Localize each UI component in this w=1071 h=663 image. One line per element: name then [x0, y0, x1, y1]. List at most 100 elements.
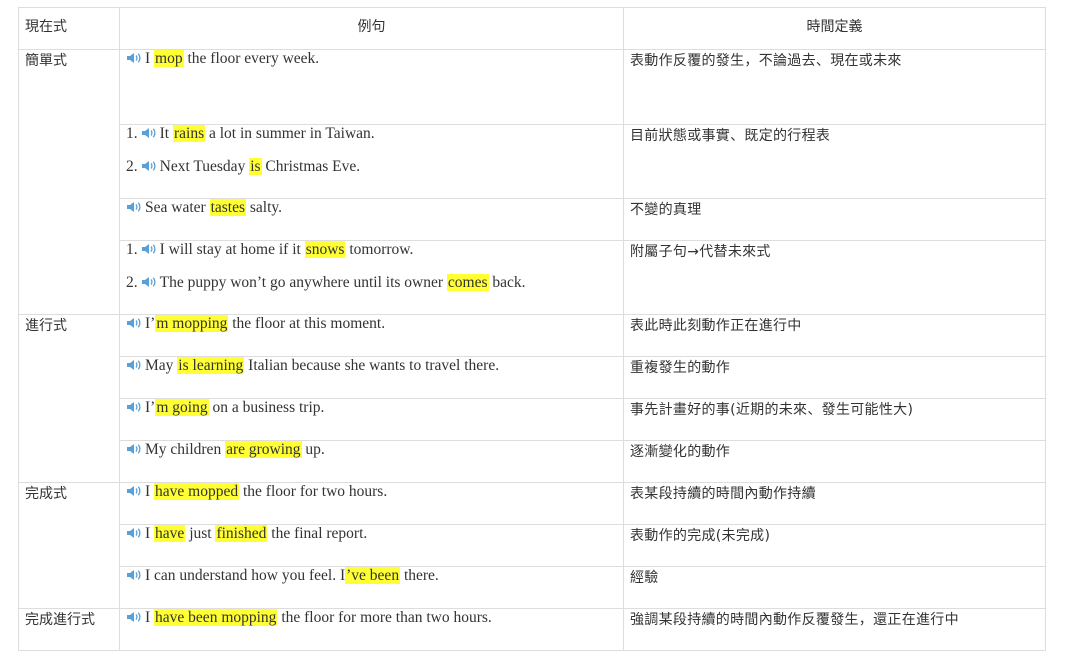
highlighted-verb: tastes — [209, 199, 246, 216]
sentence-text: Next Tuesday — [159, 158, 250, 175]
table-row: 完成進行式 I have been mopping the floor for m… — [18, 608, 1046, 651]
speaker-icon[interactable] — [141, 159, 157, 171]
table-row: May is learning Italian because she want… — [19, 356, 1046, 399]
definition-cell: 經驗 — [623, 566, 1046, 609]
sentence-text: there. — [400, 567, 439, 584]
speaker-icon[interactable] — [126, 51, 142, 63]
sentence-text: the floor every week. — [183, 50, 320, 67]
tense-name: 簡單式 — [18, 49, 120, 315]
example-cell: 1. It rains a lot in summer in Taiwan. 2. N… — [119, 124, 624, 199]
sentence-text: the final report. — [267, 525, 368, 542]
sentence-text: I can understand how you feel. I — [145, 567, 346, 584]
example-cell: My children are growing up. — [119, 440, 624, 483]
example-cell: May is learning Italian because she want… — [119, 356, 624, 399]
sentence-text: back. — [488, 274, 526, 291]
highlighted-verb: have been mopping — [154, 609, 278, 626]
speaker-icon[interactable] — [126, 610, 142, 622]
definition-cell: 事先計畫好的事(近期的未來、發生可能性大) — [623, 398, 1046, 441]
highlighted-verb: rains — [172, 125, 206, 142]
table-row: 1. It rains a lot in summer in Taiwan. 2. N… — [19, 124, 1046, 199]
example-cell: I can understand how you feel. I’ve been… — [119, 566, 624, 609]
speaker-icon[interactable] — [126, 358, 142, 370]
example-sentence: I have mopped the floor for two hours. — [126, 483, 617, 516]
definition-cell: 表動作的完成(未完成) — [623, 524, 1046, 567]
sentence-text: on a business trip. — [208, 399, 325, 416]
table-row: My children are growing up. 逐漸變化的動作 — [19, 440, 1046, 483]
sentence-text: It — [159, 125, 173, 142]
highlighted-verb: m mopping — [155, 315, 229, 332]
table-row: I can understand how you feel. I’ve been… — [19, 566, 1046, 609]
sentence-number: 1. — [126, 125, 138, 142]
speaker-icon[interactable] — [141, 242, 157, 254]
highlighted-verb: finished — [215, 525, 268, 542]
speaker-icon[interactable] — [126, 442, 142, 454]
table-row: 簡單式 I mop the floor every week. 表動作反覆的發生，不… — [18, 49, 1046, 315]
definition-cell: 表此時此刻動作正在進行中 — [623, 314, 1046, 357]
sentence-text: I’ — [145, 315, 156, 332]
sentence-text: I — [145, 609, 155, 626]
highlighted-verb: ’ve been — [345, 567, 401, 584]
tense-name: 完成式 — [18, 482, 120, 609]
table-row: 完成式 I have mopped the floor for two hours… — [18, 482, 1046, 609]
definition-cell: 逐漸變化的動作 — [623, 440, 1046, 483]
example-cell: I mop the floor every week. — [119, 49, 624, 125]
speaker-icon[interactable] — [126, 316, 142, 328]
example-sentence: I’m going on a business trip. — [126, 399, 617, 432]
definition-cell: 重複發生的動作 — [623, 356, 1046, 399]
speaker-icon[interactable] — [126, 484, 142, 496]
example-cell: I have mopped the floor for two hours. — [119, 482, 624, 525]
sentence-text: tomorrow. — [345, 241, 414, 258]
sentence-text: The puppy won’t go anywhere until its ow… — [159, 274, 447, 291]
tense-name: 進行式 — [18, 314, 120, 483]
example-sentence: 2. The puppy won’t go anywhere until its … — [126, 274, 617, 307]
definition-cell: 表動作反覆的發生，不論過去、現在或未來 — [623, 49, 1046, 125]
sentence-text: just — [185, 525, 216, 542]
sentence-text: up. — [301, 441, 325, 458]
highlighted-verb: is learning — [177, 357, 245, 374]
highlighted-verb: are growing — [225, 441, 302, 458]
sentence-text: salty. — [246, 199, 283, 216]
sentence-text: I — [145, 50, 155, 67]
example-sentence: 1. It rains a lot in summer in Taiwan. — [126, 125, 617, 158]
table-row: Sea water tastes salty. 不變的真理 — [19, 198, 1046, 241]
table-row: 進行式 I’m mopping the floor at this moment.… — [18, 314, 1046, 483]
speaker-icon[interactable] — [141, 126, 157, 138]
example-sentence: May is learning Italian because she want… — [126, 357, 617, 390]
sentence-text: My children — [145, 441, 226, 458]
highlighted-verb: snows — [304, 241, 346, 258]
header-example: 例句 — [119, 7, 624, 50]
sentence-text: May — [145, 357, 178, 374]
definition-cell: 不變的真理 — [623, 198, 1046, 241]
table-row: I have just finished the final report. 表動… — [19, 524, 1046, 567]
tense-name: 完成進行式 — [18, 608, 120, 651]
definition-cell: 目前狀態或事實、既定的行程表 — [623, 124, 1046, 199]
example-sentence: I have been mopping the floor for more t… — [126, 609, 617, 642]
definition-cell: 附屬子句→代替未來式 — [623, 240, 1046, 315]
example-sentence: 2. Next Tuesday is Christmas Eve. — [126, 158, 617, 191]
example-sentence: My children are growing up. — [126, 441, 617, 474]
example-sentence: I mop the floor every week. — [126, 50, 617, 83]
speaker-icon[interactable] — [126, 526, 142, 538]
speaker-icon[interactable] — [126, 400, 142, 412]
speaker-icon[interactable] — [126, 200, 142, 212]
sentence-number: 2. — [126, 274, 138, 291]
example-cell: I’m mopping the floor at this moment. — [119, 314, 624, 357]
definition-cell: 表某段持續的時間內動作持續 — [623, 482, 1046, 525]
speaker-icon[interactable] — [126, 568, 142, 580]
highlighted-verb: m going — [155, 399, 209, 416]
example-sentence: I can understand how you feel. I’ve been… — [126, 567, 617, 600]
example-cell: I have just finished the final report. — [119, 524, 624, 567]
highlighted-verb: have mopped — [154, 483, 240, 500]
header-tense: 現在式 — [18, 7, 120, 50]
header-row: 現在式 例句 時間定義 — [18, 7, 1046, 50]
example-cell: Sea water tastes salty. — [119, 198, 624, 241]
tense-table: 現在式 例句 時間定義 簡單式 I mop the floor every wee… — [18, 7, 1046, 651]
example-cell: I’m going on a business trip. — [119, 398, 624, 441]
speaker-icon[interactable] — [141, 275, 157, 287]
sentence-number: 1. — [126, 241, 138, 258]
example-sentence: I have just finished the final report. — [126, 525, 617, 558]
table-row: I’m going on a business trip. 事先計畫好的事(近期的… — [19, 398, 1046, 441]
sentence-text: I — [145, 525, 155, 542]
sentence-text: I’ — [145, 399, 156, 416]
example-cell: I have been mopping the floor for more t… — [119, 608, 624, 651]
